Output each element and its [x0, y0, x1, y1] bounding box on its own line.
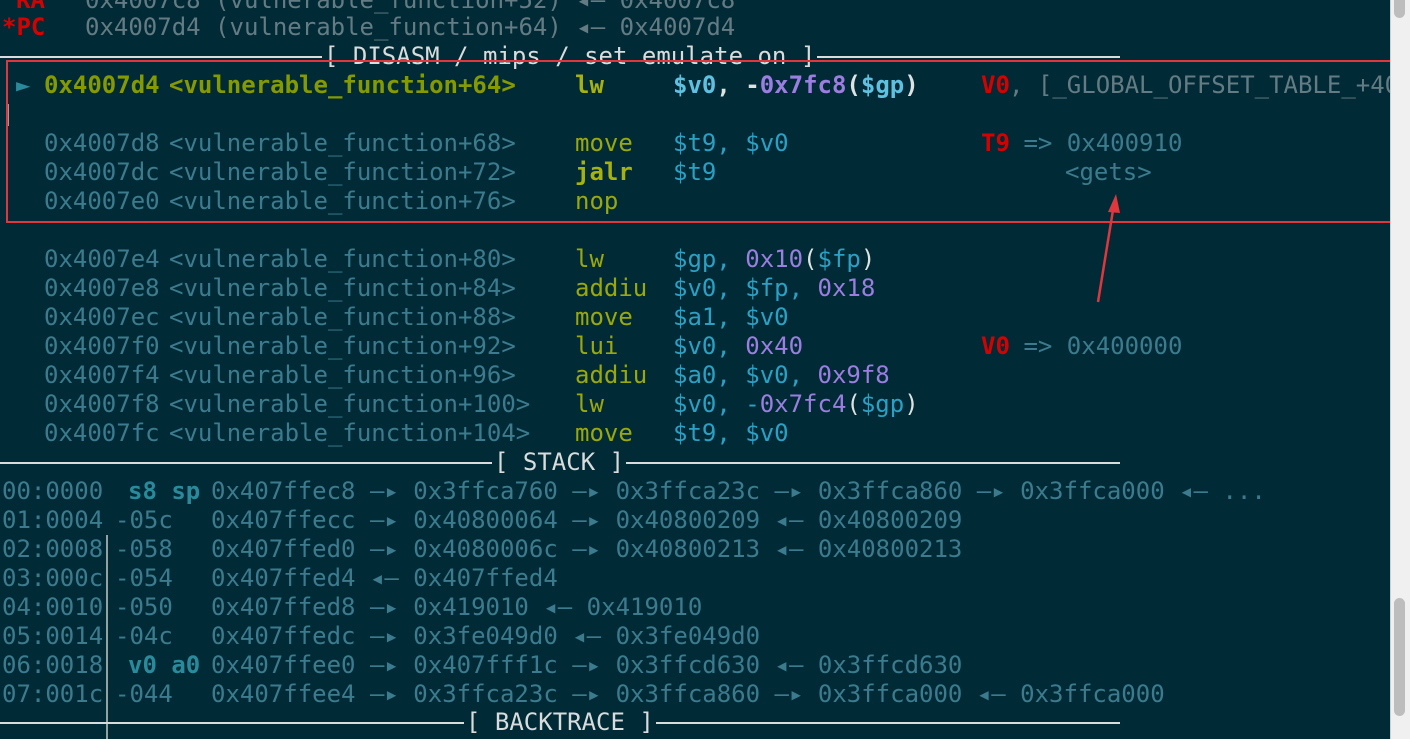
vertical-scrollbar[interactable]	[1390, 0, 1410, 739]
annotation-arrow	[1096, 194, 1120, 303]
scrollbar-top-handle[interactable]	[1394, 0, 1405, 18]
scrollbar-thumb[interactable]	[1394, 598, 1405, 716]
terminal[interactable]: RA 0x4007c8 (vulnerable_function+52) ◂— …	[0, 0, 1390, 739]
